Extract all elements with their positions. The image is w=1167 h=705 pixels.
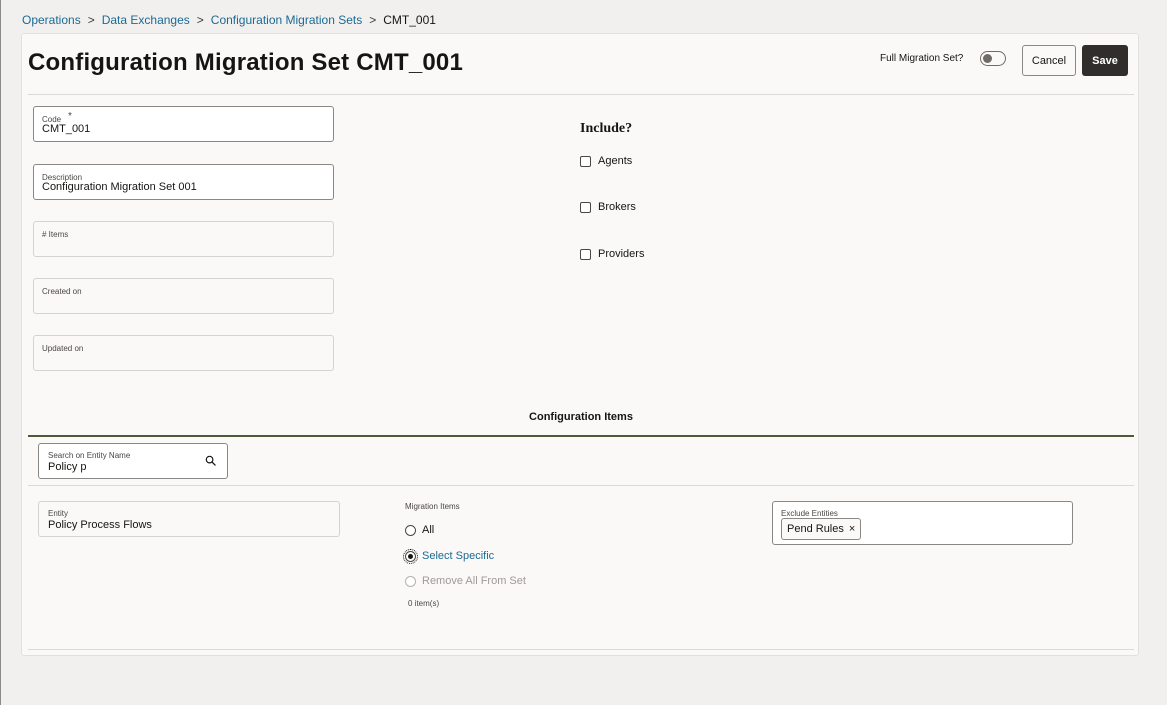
include-agents[interactable]: Agents (580, 155, 632, 167)
exclude-entities-label: Exclude Entities (781, 509, 838, 518)
entity-field: Entity Policy Process Flows (38, 501, 340, 537)
items-count-label: # Items (42, 230, 69, 239)
exclude-chip-pend-rules: Pend Rules × (781, 518, 862, 540)
all-radio[interactable] (405, 524, 416, 536)
exclude-entities-input[interactable]: Exclude Entities Pend Rules × (772, 501, 1073, 545)
breadcrumb-separator: > (369, 13, 377, 27)
remove-all-radio (405, 575, 416, 587)
migration-option-all[interactable]: All (405, 524, 434, 536)
include-brokers[interactable]: Brokers (580, 201, 636, 213)
window-edge (0, 0, 1, 705)
save-button[interactable]: Save (1082, 45, 1128, 76)
search-value: Policy p (48, 461, 87, 473)
breadcrumb-operations[interactable]: Operations (22, 13, 81, 27)
section-rule (28, 435, 1134, 437)
migration-items-label: Migration Items (405, 502, 460, 511)
entity-search-input[interactable]: Search on Entity Name Policy p (38, 443, 228, 479)
brokers-checkbox[interactable] (580, 201, 591, 213)
migration-option-select-specific[interactable]: Select Specific (403, 548, 495, 564)
created-on-field: Created on (33, 278, 334, 314)
breadcrumb-current: CMT_001 (383, 13, 436, 27)
all-label: All (422, 524, 435, 536)
breadcrumb-configuration-migration-sets[interactable]: Configuration Migration Sets (211, 13, 362, 27)
include-title: Include? (580, 121, 633, 136)
configuration-items-title: Configuration Items (529, 411, 633, 423)
created-on-label: Created on (42, 287, 82, 296)
select-specific-label: Select Specific (422, 550, 495, 562)
include-providers[interactable]: Providers (580, 248, 644, 260)
agents-label: Agents (598, 155, 633, 167)
providers-label: Providers (598, 248, 645, 260)
description-field[interactable]: Description Configuration Migration Set … (33, 164, 334, 200)
breadcrumb: Operations > Data Exchanges > Configurat… (22, 13, 436, 27)
search-divider (28, 485, 1134, 486)
toggle-knob (983, 54, 992, 63)
search-icon[interactable] (205, 455, 216, 466)
code-value: CMT_001 (42, 123, 91, 135)
header-divider (28, 94, 1134, 95)
migration-option-remove-all: Remove All From Set (405, 575, 526, 587)
items-count-field: # Items (33, 221, 334, 257)
updated-on-field: Updated on (33, 335, 334, 371)
brokers-label: Brokers (598, 201, 636, 213)
updated-on-label: Updated on (42, 344, 84, 353)
required-mark: * (68, 111, 72, 122)
agents-checkbox[interactable] (580, 155, 591, 167)
bottom-divider (28, 649, 1134, 650)
full-migration-label: Full Migration Set? (880, 53, 964, 64)
entity-value: Policy Process Flows (48, 519, 152, 531)
search-label: Search on Entity Name (48, 451, 131, 460)
chip-label: Pend Rules (787, 523, 844, 535)
selected-items-count: 0 item(s) (408, 599, 440, 608)
select-specific-radio[interactable] (403, 548, 418, 564)
migration-set-card: Configuration Migration Set CMT_001 Full… (21, 33, 1139, 656)
breadcrumb-data-exchanges[interactable]: Data Exchanges (102, 13, 190, 27)
description-value: Configuration Migration Set 001 (42, 181, 197, 193)
breadcrumb-separator: > (87, 13, 95, 27)
close-icon[interactable]: × (849, 523, 855, 535)
cancel-button[interactable]: Cancel (1022, 45, 1076, 76)
entity-label: Entity (48, 509, 69, 518)
full-migration-toggle[interactable] (980, 51, 1006, 66)
code-field[interactable]: Code * CMT_001 (33, 106, 334, 142)
breadcrumb-separator: > (196, 13, 204, 27)
remove-all-label: Remove All From Set (422, 575, 526, 587)
page-title: Configuration Migration Set CMT_001 (28, 49, 464, 76)
providers-checkbox[interactable] (580, 248, 591, 260)
